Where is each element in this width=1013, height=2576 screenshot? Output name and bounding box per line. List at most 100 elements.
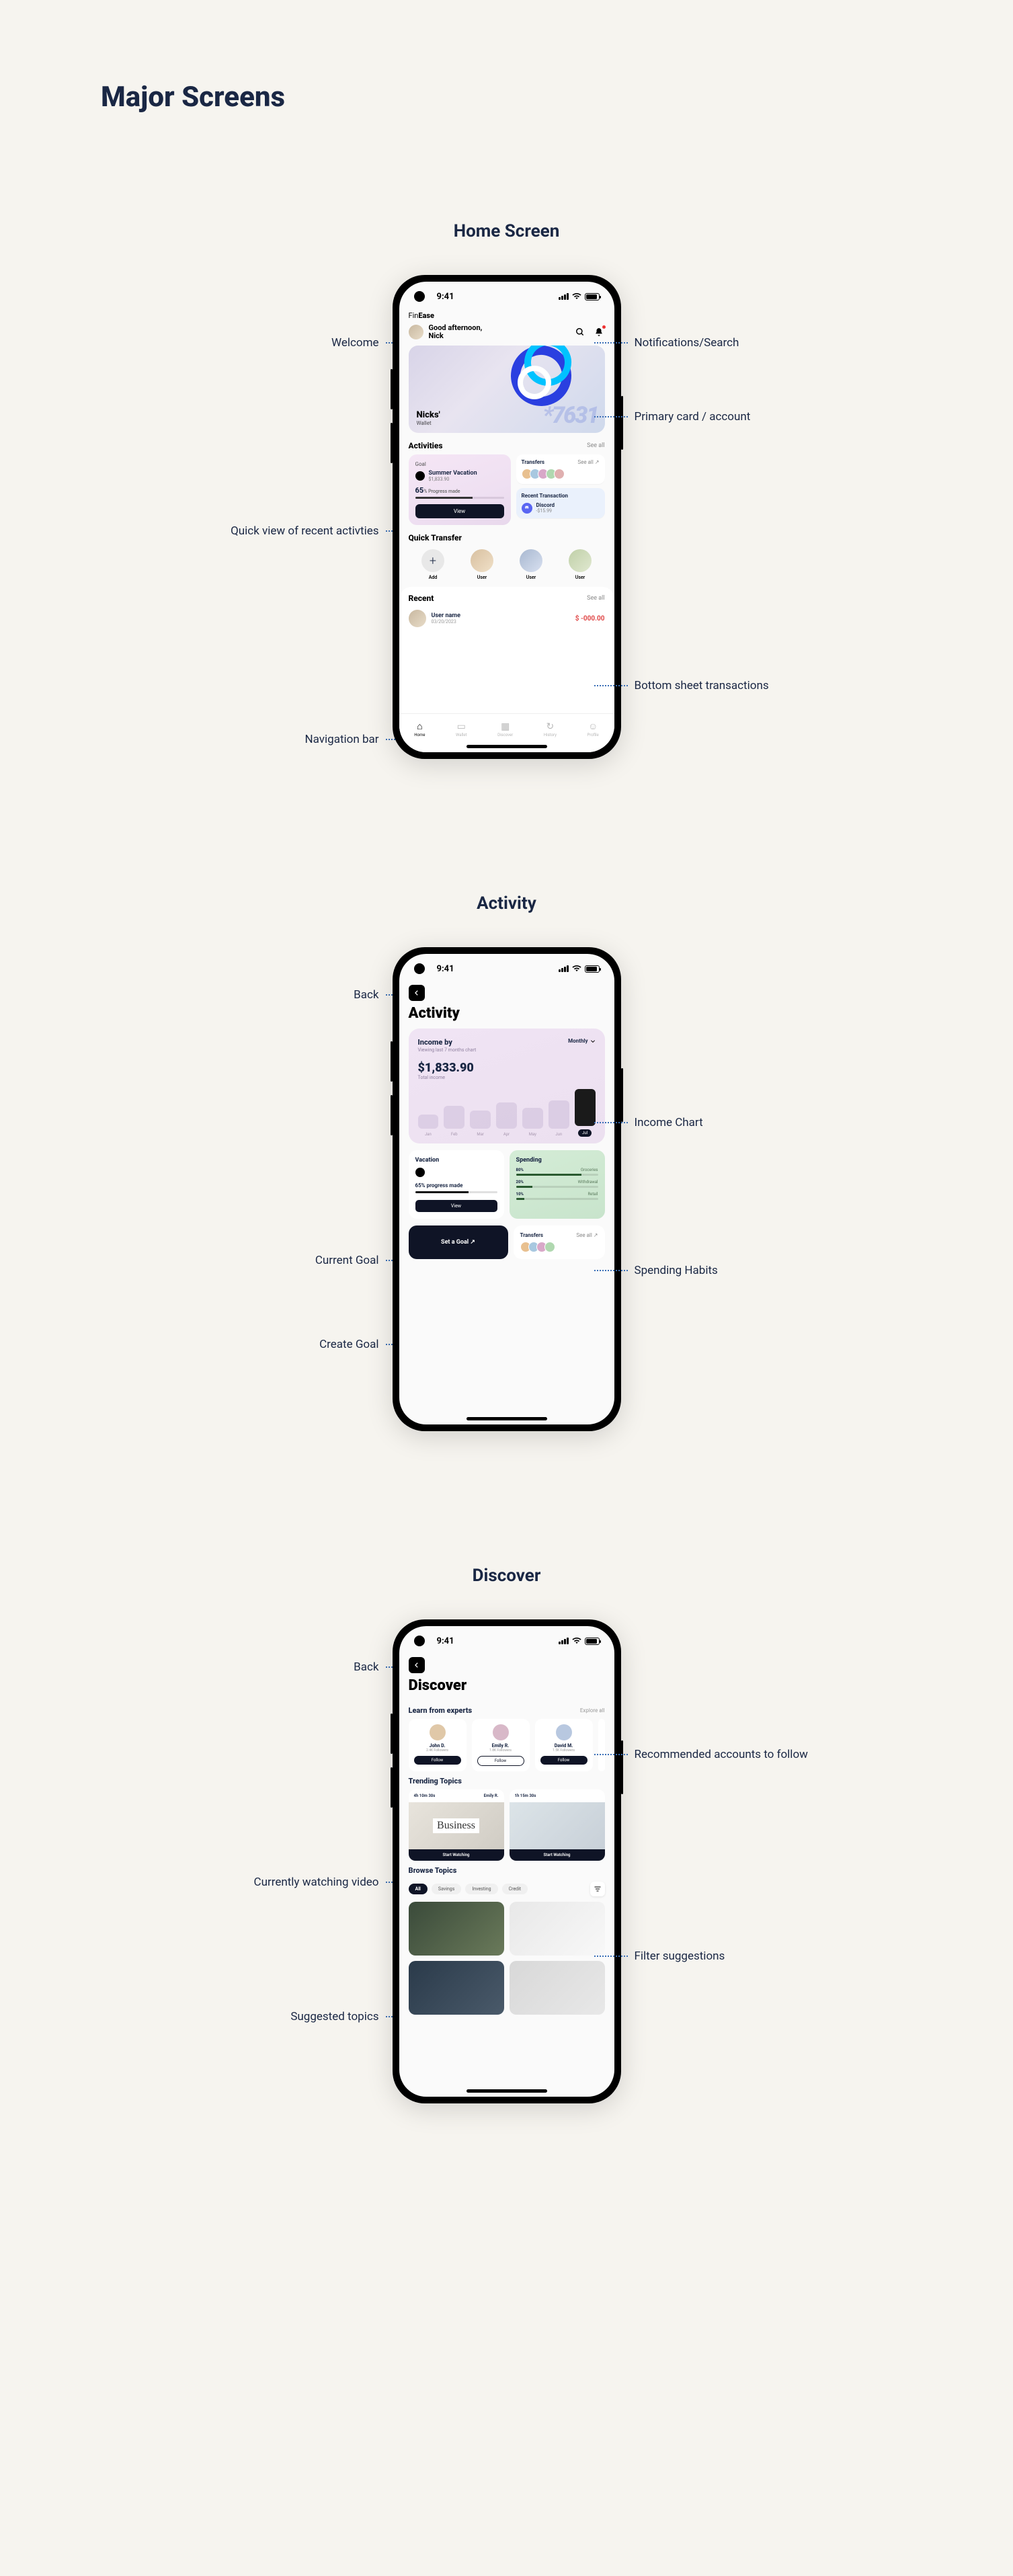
quick-transfer-user[interactable]: User — [471, 549, 493, 580]
nav-discover[interactable]: ▦ Discover — [497, 722, 513, 737]
goal-view-button[interactable]: View — [415, 504, 504, 518]
home-icon: ⌂ — [414, 722, 425, 731]
chart-month-label: Feb — [451, 1132, 458, 1137]
chevron-left-icon — [413, 1662, 420, 1668]
filter-chip[interactable]: Credit — [502, 1884, 528, 1894]
expert-card[interactable]: Emily R.1.8K FollowersFollow — [472, 1719, 530, 1771]
anno-bottom-sheet: Bottom sheet transactions — [635, 678, 823, 694]
wifi-icon — [572, 965, 581, 972]
transfers-small-see-all[interactable]: See all ↗ — [576, 1232, 598, 1238]
phone-frame-activity: 9:41 Activity Income by — [393, 947, 621, 1431]
discord-icon — [522, 503, 532, 514]
transfers-card[interactable]: Transfers See all ↗ — [516, 454, 605, 484]
chart-bar[interactable]: May — [522, 1108, 543, 1137]
spending-item: 20%Withdrawal — [516, 1180, 598, 1188]
recent-item-amount: $ -000.00 — [575, 615, 605, 622]
period-dropdown[interactable]: Monthly — [568, 1038, 595, 1044]
card-last-digits: *7631 — [543, 402, 598, 429]
chart-bar[interactable]: Jul — [575, 1089, 596, 1137]
nav-home[interactable]: ⌂ Home — [414, 722, 425, 737]
signal-icon — [559, 293, 569, 300]
recent-title: Recent — [409, 594, 434, 603]
home-indicator — [467, 1417, 547, 1420]
statusbar: 9:41 — [399, 1626, 614, 1656]
set-goal-button[interactable]: Set a Goal ↗ — [409, 1225, 508, 1259]
quick-transfer-user[interactable]: User — [569, 549, 592, 580]
transfers-small-title: Transfers — [520, 1232, 544, 1238]
filter-chip[interactable]: Savings — [432, 1884, 461, 1894]
follow-button[interactable]: Follow — [477, 1756, 524, 1766]
wallet-label: Wallet — [417, 420, 440, 426]
income-subtitle: Viewing last 7 months chart — [418, 1047, 477, 1053]
transfers-title: Transfers — [522, 459, 545, 465]
battery-icon — [585, 1638, 600, 1645]
follow-button[interactable]: Follow — [540, 1756, 587, 1765]
anno-current-goal: Current Goal — [191, 1253, 379, 1269]
chevron-left-icon — [413, 990, 420, 996]
chart-bar[interactable]: Jun — [549, 1100, 569, 1137]
chart-bar[interactable]: Jan — [418, 1115, 439, 1137]
follow-button[interactable]: Follow — [414, 1756, 461, 1765]
vacation-goal-card[interactable]: Vacation 65% progress made View — [409, 1150, 504, 1219]
transfer-avatars — [520, 1242, 598, 1252]
nav-history[interactable]: ↻ History — [544, 722, 557, 737]
nav-profile[interactable]: ☺ Profile — [587, 722, 599, 737]
browse-section-title: Browse Topics — [409, 1866, 457, 1875]
topic-tile[interactable] — [510, 1961, 605, 2015]
start-watching-button[interactable]: Start Watching — [510, 1849, 605, 1861]
bell-icon[interactable] — [593, 326, 605, 338]
explore-all-link[interactable]: Explore all — [580, 1707, 605, 1714]
topic-tile[interactable] — [409, 1961, 504, 2015]
statusbar: 9:41 — [399, 954, 614, 983]
user-avatar-icon — [409, 325, 423, 339]
transfers-small-card[interactable]: Transfers See all ↗ — [514, 1225, 605, 1259]
spending-item: 10%Retail — [516, 1192, 598, 1200]
home-indicator — [467, 2089, 547, 2093]
wifi-icon — [572, 1638, 581, 1644]
spending-card[interactable]: Spending 80%Groceries20%Withdrawal10%Ret… — [510, 1150, 605, 1219]
activity-page-title: Activity — [399, 1005, 614, 1029]
recent-item-date: 03/20/2023 — [432, 619, 460, 625]
vacation-view-button[interactable]: View — [415, 1200, 497, 1212]
trending-topic-card[interactable]: 4h 10m 30sEmily R.Start Watching — [409, 1789, 504, 1861]
activities-see-all-link[interactable]: See all — [587, 442, 604, 449]
income-amount-label: Total income — [418, 1075, 596, 1080]
chart-bar[interactable]: Apr — [496, 1102, 517, 1137]
trending-topic-card[interactable]: 1h 15m 30sStart Watching — [510, 1789, 605, 1861]
goal-label: Goal — [415, 461, 504, 467]
chart-bar[interactable]: Feb — [444, 1106, 464, 1137]
activities-title: Activities — [409, 441, 443, 450]
topic-tile[interactable] — [409, 1902, 504, 1956]
filter-chip[interactable]: All — [409, 1884, 428, 1894]
expert-card[interactable]: David M.1.5K FollowersFollow — [535, 1719, 593, 1771]
recent-transaction-row[interactable]: User name 03/20/2023 $ -000.00 — [409, 606, 605, 631]
anno-spending: Spending Habits — [635, 1263, 823, 1279]
transfers-see-all-link[interactable]: See all ↗ — [577, 459, 599, 465]
quick-transfer-user[interactable]: User — [520, 549, 542, 580]
recent-transaction-card[interactable]: Recent Transaction Discord -$15.99 — [516, 488, 605, 518]
chart-bar[interactable]: Mar — [470, 1111, 491, 1137]
filter-chip[interactable]: Investing — [465, 1884, 497, 1894]
camera-dot-icon — [414, 291, 425, 302]
wallet-icon: ▭ — [456, 722, 467, 731]
goal-card[interactable]: Goal Summer Vacation $1,833.90 65% Progr… — [409, 454, 511, 525]
primary-account-card[interactable]: Nicks' Wallet *7631 — [409, 346, 605, 433]
statusbar: 9:41 — [399, 282, 614, 311]
anno-suggested-topics: Suggested topics — [191, 2009, 379, 2025]
expert-card[interactable]: John D.2.4K FollowersFollow — [409, 1719, 467, 1771]
topic-tile[interactable] — [510, 1902, 605, 1956]
search-icon[interactable] — [574, 326, 586, 338]
quick-transfer-title: Quick Transfer — [409, 533, 462, 542]
statusbar-time: 9:41 — [437, 292, 454, 302]
nav-wallet[interactable]: ▭ Wallet — [456, 722, 467, 737]
goal-amount: $1,833.90 — [429, 477, 477, 482]
goal-progress-bar — [415, 497, 504, 499]
back-button[interactable] — [409, 1657, 425, 1673]
home-section-title: Home Screen — [101, 221, 912, 241]
discover-section-title: Discover — [101, 1566, 912, 1586]
recent-see-all-link[interactable]: See all — [587, 595, 604, 602]
filter-icon[interactable] — [590, 1882, 605, 1896]
back-button[interactable] — [409, 985, 425, 1001]
start-watching-button[interactable]: Start Watching — [409, 1849, 504, 1861]
quick-transfer-add[interactable]: + Add — [421, 549, 444, 580]
